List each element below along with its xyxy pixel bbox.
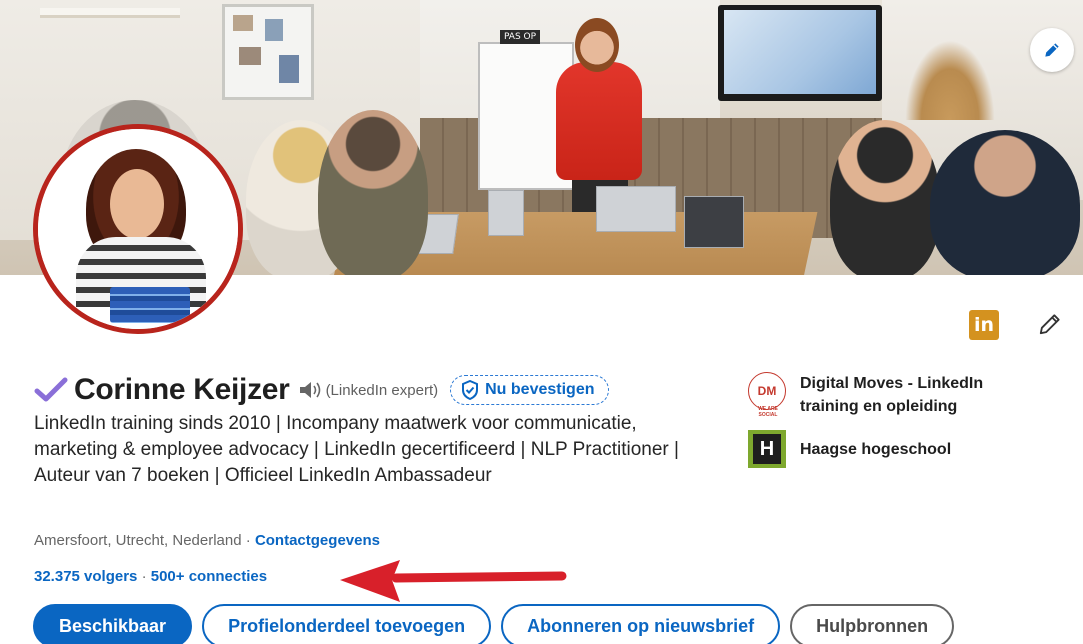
edit-cover-button[interactable] (1030, 28, 1074, 72)
speaker-icon[interactable] (298, 379, 324, 401)
digital-moves-logo: DM WE ARE SOCIAL (748, 372, 786, 418)
network-stats: 32.375 volgers · 500+ connecties (34, 568, 267, 585)
company-name: Digital Moves - LinkedIn training en opl… (800, 375, 984, 415)
resources-button[interactable]: Hulpbronnen (790, 604, 955, 644)
linkedin-icon[interactable]: in (969, 310, 999, 340)
followers-link[interactable]: 32.375 volgers (34, 568, 137, 585)
cover-sign: PAS OP (500, 30, 540, 44)
name-row: Corinne Keijzer (LinkedIn expert) Nu bev… (34, 370, 610, 410)
profile-headline: LinkedIn training sinds 2010 | Incompany… (34, 413, 679, 486)
company-haagse-hogeschool[interactable]: H Haagse hogeschool (748, 430, 1040, 468)
verify-button[interactable]: Nu bevestigen (450, 375, 610, 405)
available-button[interactable]: Beschikbaar (33, 604, 193, 644)
subscribe-newsletter-button[interactable]: Abonneren op nieuwsbrief (501, 604, 781, 644)
connections-link[interactable]: 500+ connecties (151, 568, 267, 585)
haagse-hogeschool-logo: H (748, 430, 786, 468)
shield-check-icon (462, 380, 479, 400)
company-name: Haagse hogeschool (800, 441, 952, 458)
profile-photo[interactable] (33, 124, 243, 334)
red-arrow (340, 560, 567, 602)
profile-name: Corinne Keijzer (74, 373, 290, 406)
location-separator: · (241, 532, 255, 549)
contact-info-link[interactable]: Contactgegevens (255, 532, 380, 549)
pencil-icon (1039, 314, 1060, 335)
stats-separator: · (137, 568, 151, 585)
location-text: Amersfoort, Utrecht, Nederland (34, 532, 242, 549)
edit-intro-button[interactable] (1034, 308, 1066, 340)
location-row: Amersfoort, Utrecht, Nederland · Contact… (34, 532, 380, 549)
pencil-icon (1045, 43, 1059, 57)
profile-actions: Beschikbaar Profielonderdeel toevoegen A… (33, 604, 955, 644)
verified-check-icon (34, 373, 74, 407)
company-digital-moves[interactable]: DM WE ARE SOCIAL Digital Moves - LinkedI… (748, 372, 1040, 418)
linkedin-badge-text: in (973, 314, 995, 336)
pronunciation-label: (LinkedIn expert) (325, 381, 439, 399)
verify-label: Nu bevestigen (485, 381, 595, 398)
add-profile-section-button[interactable]: Profielonderdeel toevoegen (202, 604, 492, 644)
